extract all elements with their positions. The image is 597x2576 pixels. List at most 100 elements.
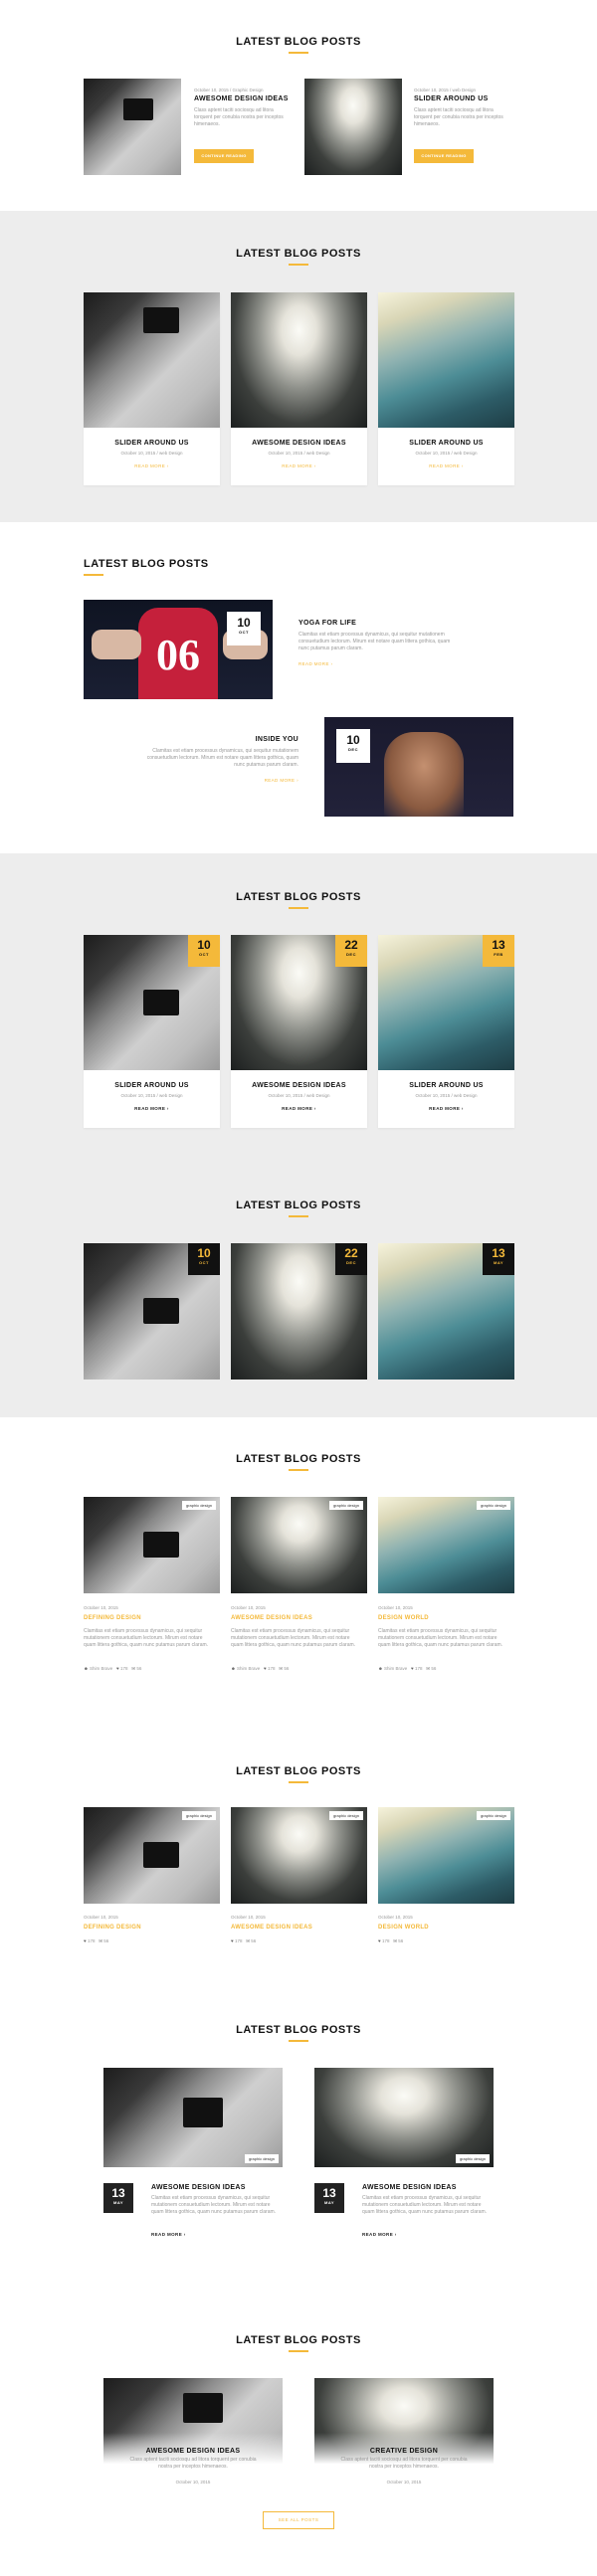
category-badge[interactable]: graphic design <box>476 1811 510 1820</box>
post-image[interactable]: graphic design <box>231 1807 367 1904</box>
heart-icon[interactable]: ♥ <box>264 1666 267 1671</box>
post-title[interactable]: AWESOME DESIGN IDEAS <box>231 440 367 447</box>
category-badge[interactable]: graphic design <box>181 1501 216 1510</box>
post-image[interactable]: graphic design <box>103 2068 283 2167</box>
post-image[interactable] <box>231 292 367 428</box>
arrow-right-icon: › <box>461 1106 464 1111</box>
post-image[interactable]: graphic design <box>231 1497 367 1593</box>
post-image[interactable] <box>84 292 220 428</box>
date-box: 22 DEC <box>335 935 367 967</box>
comment-icon[interactable]: ✉ <box>131 1666 135 1672</box>
post-image[interactable]: graphic design <box>84 1497 220 1593</box>
post-title[interactable]: SLIDER AROUND US <box>414 95 489 102</box>
read-more-link[interactable]: READ MORE › <box>378 463 514 468</box>
post-title[interactable]: AWESOME DESIGN IDEAS <box>231 1082 367 1089</box>
comment-icon[interactable]: ✉ <box>279 1666 283 1672</box>
post-title[interactable]: AWESOME DESIGN IDEAS <box>231 1615 312 1621</box>
category-badge[interactable]: graphic design <box>455 2154 490 2163</box>
post-title[interactable]: AWESOME DESIGN IDEAS <box>151 2184 246 2191</box>
arrow-right-icon: › <box>313 1106 316 1111</box>
post-title[interactable]: SLIDER AROUND US <box>84 1082 220 1089</box>
post-card[interactable]: 10 OCT SLIDER AROUND US October 10, 2015 … <box>84 935 220 1128</box>
author-name[interactable]: Shim Brave <box>384 1666 407 1671</box>
comment-count: 56 <box>431 1666 437 1671</box>
read-more-link[interactable]: READ MORE › <box>231 1106 367 1111</box>
author-name[interactable]: Shim Brave <box>90 1666 112 1671</box>
date-box: 22 DEC <box>335 1243 367 1275</box>
category-badge[interactable]: graphic design <box>328 1811 363 1820</box>
read-more-label: READ MORE <box>429 463 461 468</box>
post-card[interactable]: AWESOME DESIGN IDEAS October 10, 2015 / … <box>231 292 367 485</box>
continue-reading-button[interactable]: CONTINUE READING <box>414 149 474 163</box>
post-card[interactable]: 13 FEB SLIDER AROUND US October 10, 2015 … <box>378 935 514 1128</box>
post-title[interactable]: YOGA FOR LIFE <box>298 620 356 627</box>
heart-icon[interactable]: ♥ <box>231 1938 234 1943</box>
post-meta: October 10, 2015 <box>378 1605 413 1610</box>
title-underline <box>289 1469 308 1471</box>
post-image[interactable] <box>304 79 402 175</box>
read-more-link[interactable]: READ MORE › <box>298 661 332 666</box>
title-underline <box>289 2350 308 2352</box>
comment-icon[interactable]: ✉ <box>426 1666 430 1672</box>
post-image[interactable]: graphic design <box>314 2068 494 2167</box>
post-title[interactable]: DEFINING DESIGN <box>84 1615 141 1621</box>
read-more-link[interactable]: READ MORE › <box>199 778 298 783</box>
post-title[interactable]: DEFINING DESIGN <box>84 1925 141 1931</box>
section-title: LATEST BLOG POSTS <box>236 2334 361 2346</box>
post-card[interactable]: 22 DEC AWESOME DESIGN IDEAS October 10, 2… <box>231 935 367 1128</box>
date-box: 10 OCT <box>227 612 261 645</box>
date-box: 13 MAY <box>314 2183 344 2213</box>
post-excerpt: Clamitas est etiam processus dynamicus, … <box>362 2195 488 2215</box>
author-name[interactable]: Shim Brave <box>237 1666 260 1671</box>
post-image[interactable]: graphic design <box>378 1807 514 1904</box>
post-excerpt: Clamitas est etiam processus dynamicus, … <box>298 632 451 651</box>
heart-icon[interactable]: ♥ <box>116 1666 119 1671</box>
section-8: LATEST BLOG POSTS graphic design 13 MAY A… <box>0 1988 597 2299</box>
user-icon: ☻ <box>378 1666 383 1671</box>
read-more-link[interactable]: READ MORE › <box>84 1106 220 1111</box>
section-title: LATEST BLOG POSTS <box>236 1453 361 1465</box>
post-title[interactable]: SLIDER AROUND US <box>378 1082 514 1089</box>
read-more-link[interactable]: READ MORE › <box>362 2232 397 2237</box>
section-9: LATEST BLOG POSTS AWESOME DESIGN IDEAS C… <box>0 2299 597 2556</box>
post-title[interactable]: CREATIVE DESIGN <box>314 2448 494 2455</box>
see-all-posts-button[interactable]: SEE ALL POSTS <box>263 2511 334 2529</box>
post-title[interactable]: AWESOME DESIGN IDEAS <box>231 1925 312 1931</box>
post-title[interactable]: AWESOME DESIGN IDEAS <box>103 2448 283 2455</box>
post-image[interactable]: graphic design <box>378 1497 514 1593</box>
post-image[interactable]: graphic design <box>84 1807 220 1904</box>
post-title[interactable]: SLIDER AROUND US <box>378 440 514 447</box>
post-title[interactable]: DESIGN WORLD <box>378 1925 429 1931</box>
post-title[interactable]: AWESOME DESIGN IDEAS <box>362 2184 457 2191</box>
continue-reading-button[interactable]: CONTINUE READING <box>194 149 254 163</box>
post-card[interactable]: SLIDER AROUND US October 10, 2015 / web … <box>378 292 514 485</box>
read-more-link[interactable]: READ MORE › <box>84 463 220 468</box>
comment-icon[interactable]: ✉ <box>99 1938 102 1944</box>
read-more-label: READ MORE <box>429 1106 461 1111</box>
category-badge[interactable]: graphic design <box>244 2154 279 2163</box>
heart-icon[interactable]: ♥ <box>84 1938 87 1943</box>
read-more-link[interactable]: READ MORE › <box>378 1106 514 1111</box>
post-image[interactable] <box>84 79 181 175</box>
post-image[interactable]: CREATIVE DESIGN Class aptent taciti soci… <box>314 2378 494 2478</box>
post-meta: October 10, 2015 / web Design <box>268 451 330 456</box>
heart-icon[interactable]: ♥ <box>378 1938 381 1943</box>
post-title[interactable]: SLIDER AROUND US <box>84 440 220 447</box>
category-badge[interactable]: graphic design <box>328 1501 363 1510</box>
post-title[interactable]: AWESOME DESIGN IDEAS <box>194 95 289 102</box>
read-more-link[interactable]: READ MORE › <box>151 2232 186 2237</box>
post-card[interactable]: SLIDER AROUND US October 10, 2015 / web … <box>84 292 220 485</box>
post-image[interactable] <box>378 292 514 428</box>
post-image[interactable]: 06 10 OCT <box>84 600 273 699</box>
comment-icon[interactable]: ✉ <box>246 1938 250 1944</box>
post-title[interactable]: INSIDE YOU <box>159 736 298 743</box>
category-badge[interactable]: graphic design <box>181 1811 216 1820</box>
post-title[interactable]: DESIGN WORLD <box>378 1615 429 1621</box>
title-underline <box>289 2040 308 2042</box>
comment-icon[interactable]: ✉ <box>393 1938 397 1944</box>
read-more-link[interactable]: READ MORE › <box>231 463 367 468</box>
post-image[interactable]: AWESOME DESIGN IDEAS Class aptent taciti… <box>103 2378 283 2478</box>
category-badge[interactable]: graphic design <box>476 1501 510 1510</box>
heart-icon[interactable]: ♥ <box>411 1666 414 1671</box>
post-image[interactable]: 10 DEC <box>324 717 513 817</box>
